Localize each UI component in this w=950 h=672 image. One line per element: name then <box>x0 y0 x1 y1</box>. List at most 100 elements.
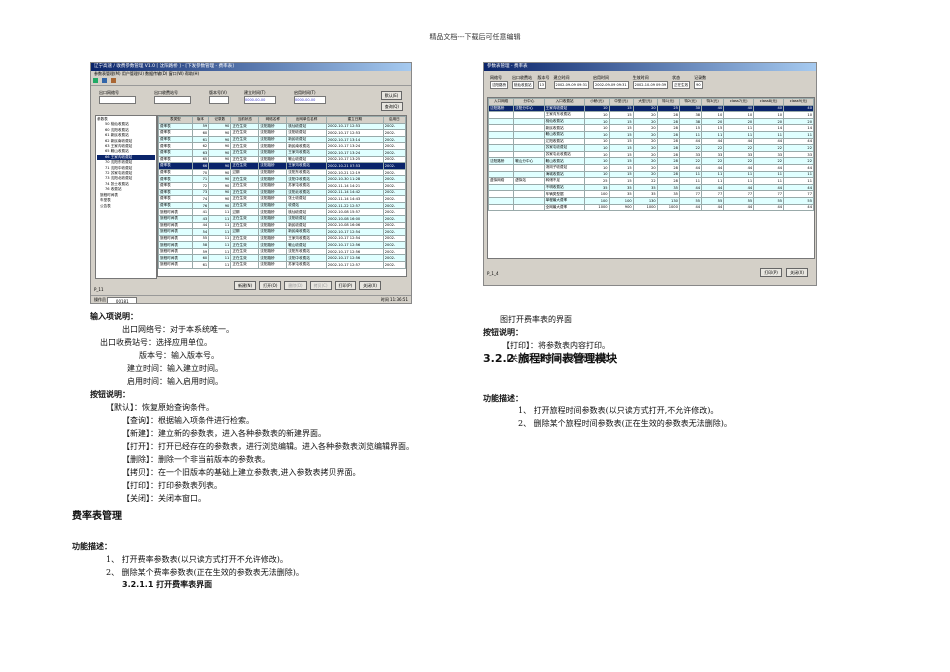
btn-1[interactable]: 打开(O) <box>259 281 282 290</box>
input-heading: 输入项说明： <box>90 312 138 321</box>
table-row[interactable]: 沈阳路桥 鞍山分中心 鞍山收费站 10 15 20 28 22 22 22 22 22 <box>488 157 814 165</box>
table-row[interactable]: 桃仙收费站 10 15 20 28 38 20 20 20 20 <box>488 117 814 126</box>
table-row[interactable]: 旅程时间表 59 11 正在生效 沈阳路桥 沈阳东收费站 2002-10-17 12:56 2… <box>158 247 406 256</box>
table-row[interactable]: 费率表 63 90 正在生效 沈阳路桥 王家沟收费站 2002-10-17 13:24 200… <box>158 148 406 157</box>
column-header[interactable]: 当前状态 <box>230 116 260 124</box>
table-row[interactable]: 费率表 73 90 正在生效 沈阳路桥 沈阳北收费站 2002-11-14 14:42 200… <box>158 188 406 197</box>
table-row[interactable]: 汤岗子收费站 10 15 20 28 44 44 44 44 44 <box>488 163 814 172</box>
table-cell: 11 <box>208 228 232 236</box>
table-row[interactable]: 费率表 72 90 正在生效 沈阳路桥 苏家屯收费站 2002-11-14 14:21 200… <box>158 181 406 190</box>
column-header[interactable]: 特1(元) <box>656 98 680 106</box>
status-operator-label: 操作员 <box>94 297 106 302</box>
column-header[interactable]: 记录数 <box>208 116 232 124</box>
table-row[interactable]: 旅程时间表 41 11 过期 沈阳路桥 桃仙收费站 2002-10-08 15:57 2002… <box>158 208 406 216</box>
table-row[interactable]: 旅程时间表 55 11 正在生效 沈阳路桥 王家沟收费站 2002-10-17 12:54 2… <box>158 234 406 243</box>
table-row[interactable]: 全网最大费率 1000 900 1000 1000 44 44 44 44 44 <box>488 203 814 212</box>
table-row[interactable]: 旅程时间表 54 11 过期 沈阳路桥 新民南收费站 2002-10-17 12:54 200… <box>158 228 406 236</box>
column-header[interactable]: 小轿(元) <box>584 98 610 106</box>
rate-table[interactable]: 入口网络 分中心 入口收费站 小轿(元) 中型(元) 大型(元) 特1(元) 特2(元) 特3(… <box>488 98 814 212</box>
table-row[interactable]: 费率表 74 90 正在生效 沈阳路桥 张士收费站 2002-11-14 14:43 2002… <box>158 195 406 203</box>
table-cell: 44 <box>753 163 785 172</box>
close-button[interactable]: 关闭(X) <box>786 268 808 277</box>
column-header[interactable]: 表类型 <box>158 116 193 124</box>
filter-input[interactable]: 0000-00-00 <box>294 96 326 104</box>
tree-folder[interactable]: 公告表 <box>97 204 155 209</box>
table-cell: 28 <box>656 170 680 179</box>
table-row[interactable]: 费率表 71 90 正在生效 沈阳路桥 沈阳中收费站 2002-10-30 11:28 200… <box>158 175 406 183</box>
table-row[interactable]: 费率表 61 90 正在生效 沈阳路桥 新民收费站 2002-10-17 13:14 2002… <box>158 135 406 144</box>
field-value: 2002-09-09 09:31 <box>553 81 590 89</box>
column-header[interactable]: 大型(元) <box>632 98 658 106</box>
table-cell <box>488 190 515 198</box>
table-row[interactable]: 旅程时间表 43 11 正在生效 沈阳路桥 沈阳收费站 2002-10-08 16:00 20… <box>158 214 406 223</box>
btn-2[interactable]: 删除(D) <box>284 281 307 290</box>
table-row[interactable]: 旅程时间表 60 11 正在生效 沈阳路桥 沈阳中收费站 2002-10-17 12:56 2… <box>158 254 406 263</box>
parameter-tree[interactable]: 参数表 50 桃仙收费站 60 沈阳收费站 61 新民收费站 62 新民南收费站 63 王… <box>95 115 157 279</box>
table-cell: 44 <box>701 163 725 172</box>
table-row[interactable]: 单程最大费率 100 100 130 130 55 55 55 55 55 <box>488 196 814 205</box>
column-header[interactable]: 入口网络 <box>488 98 515 106</box>
table-cell: 沈阳路桥 <box>258 261 288 269</box>
table-row[interactable]: 虚拟网络 虚拟站 转储不足 25 15 22 28 11 11 11 11 11 <box>488 177 814 185</box>
column-header[interactable]: 出网单位名称 <box>286 116 327 124</box>
table-cell: 59 <box>191 247 210 256</box>
column-header[interactable]: 建立日期 <box>325 116 384 124</box>
btn-5[interactable]: 关闭(X) <box>359 281 381 290</box>
column-header[interactable]: 启用日 <box>382 116 406 124</box>
column-header[interactable]: 特3(元) <box>701 98 725 106</box>
table-row[interactable]: 王家沟东收费站 10 15 20 28 38 10 10 10 10 <box>488 111 814 119</box>
column-header[interactable]: class7(元) <box>723 98 755 106</box>
table-row[interactable]: 海城收费站 10 15 20 28 11 11 11 11 11 <box>488 170 814 179</box>
table-row[interactable]: 车辆类型据 100 35 35 35 77 77 77 77 77 <box>488 190 814 198</box>
filter-input[interactable] <box>209 96 229 104</box>
column-header[interactable]: 入口收费站 <box>543 98 586 106</box>
table-cell: 2002- <box>382 221 406 230</box>
header-field: 版本号 13 <box>537 75 550 89</box>
parameter-table[interactable]: 表类型 版本 记录数 当前状态 网络名称 出网单位名称 建立日期 启用日 费率表 59 90 正在生效… <box>158 116 406 269</box>
table-row[interactable]: 费率表 66 90 正在生效 沈阳路桥 王家沟收费站 2002-10-21 07:53 200… <box>158 162 406 170</box>
table-row[interactable]: 不明收费站 35 35 35 35 44 44 44 44 44 <box>488 183 814 192</box>
table-cell <box>488 150 515 159</box>
column-header[interactable]: 网络名称 <box>258 116 288 124</box>
table-cell: 沈阳东收费站 <box>286 168 327 177</box>
table-row[interactable]: 费率表 65 90 正在生效 沈阳路桥 鞍山收费站 2002-10-17 13:25 2002… <box>158 155 406 164</box>
table-row[interactable]: 鞍山收费站 10 15 20 28 11 11 11 11 11 <box>488 130 814 139</box>
table-row[interactable]: 费率表 76 90 正在生效 沈阳路桥 收费站 2002-11-22 12:57 2002- <box>158 201 406 210</box>
print-button[interactable]: 打印(P) <box>760 268 782 277</box>
table-cell: 35 <box>656 190 680 198</box>
table-row[interactable]: 费率表 70 90 过期 沈阳路桥 沈阳东收费站 2002-10-21 12:19 2002- <box>158 168 406 177</box>
table-cell: 33 <box>783 150 814 159</box>
table-row[interactable]: 旅程时间表 44 11 正在生效 沈阳路桥 新民收费站 2002-10-08 16:06 20… <box>158 221 406 230</box>
table-row[interactable]: 旅程时间表 58 11 正在生效 沈阳路桥 鞍山收费站 2002-10-17 12:56 20… <box>158 241 406 249</box>
table-row[interactable]: 费率表 60 90 正在生效 沈阳路桥 沈阳收费站 2002-10-17 12:53 2002… <box>158 129 406 137</box>
column-header[interactable]: 中型(元) <box>608 98 634 106</box>
table-cell: 2002-11-22 12:57 <box>325 201 384 210</box>
table-cell: 桃仙收费站 <box>286 122 327 131</box>
table-cell: 10 <box>701 111 725 119</box>
table-row[interactable]: 费率表 59 90 正在生效 沈阳路桥 桃仙收费站 2002-10-17 12:53 2002… <box>158 122 406 131</box>
table-row[interactable]: 辽阳收费站 10 15 20 28 44 44 44 44 44 <box>488 137 814 146</box>
table-row[interactable]: 苏家屯北收费站 10 15 20 28 33 33 33 33 33 <box>488 150 814 159</box>
table-row[interactable]: 费率表 62 90 正在生效 沈阳路桥 新民南收费站 2002-10-17 13:24 200… <box>158 142 406 150</box>
btn-3[interactable]: 拷贝(C) <box>309 281 332 290</box>
table-row[interactable]: 沈阳路桥 沈阳分中心 王家沟收费站 10 15 20 25 30 40 40 40 40 <box>488 104 814 113</box>
query-button[interactable]: 查询(Q) <box>380 102 403 111</box>
table-row[interactable]: 旅程时间表 61 11 正在生效 沈阳路桥 苏家屯收费站 2002-10-17 12:57 2… <box>158 261 406 269</box>
column-header[interactable]: class9(元) <box>783 98 814 106</box>
filter-input[interactable]: 0000-00-00 <box>244 96 276 104</box>
filter-input[interactable] <box>154 96 191 104</box>
btn-0[interactable]: 新建(N) <box>234 281 257 290</box>
column-header[interactable]: 分中心 <box>513 98 545 106</box>
table-cell: 20 <box>632 117 658 126</box>
default-button[interactable]: 默认(E) <box>380 91 403 100</box>
column-header[interactable]: 版本 <box>191 116 210 124</box>
table-cell <box>488 163 515 172</box>
btn-4[interactable]: 打印(P) <box>334 281 357 290</box>
filter-input[interactable] <box>99 96 136 104</box>
table-cell: 66 <box>191 162 210 170</box>
table-row[interactable]: 苏家屯收费站 10 15 20 28 22 22 22 22 22 <box>488 144 814 152</box>
column-header[interactable]: class8(元) <box>753 98 785 106</box>
column-header[interactable]: 特2(元) <box>678 98 703 106</box>
table-row[interactable]: 新民收费站 10 15 20 28 15 15 11 14 14 <box>488 124 814 132</box>
table-cell <box>513 203 545 212</box>
